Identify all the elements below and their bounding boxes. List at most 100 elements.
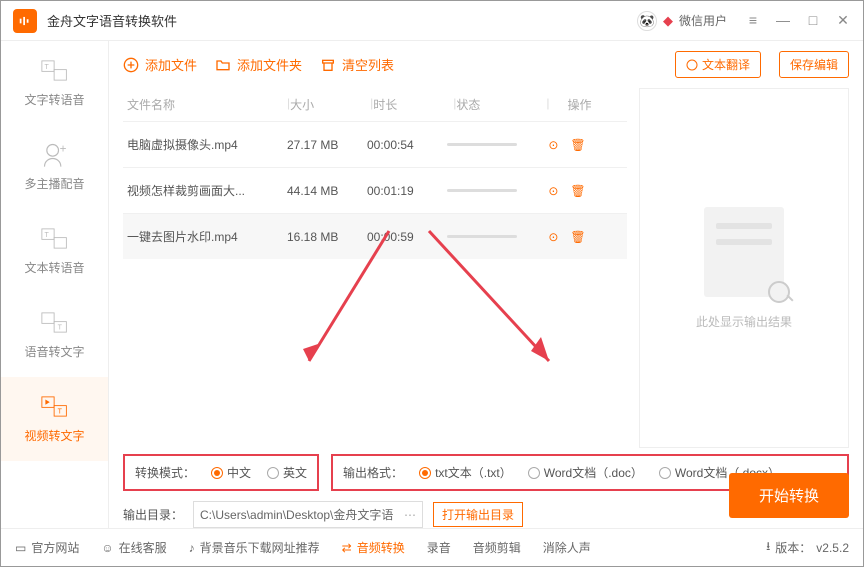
translate-button[interactable]: 文本翻译 [675, 51, 761, 78]
cell-status [447, 235, 537, 238]
add-folder-button[interactable]: 添加文件夹 [215, 55, 302, 74]
delete-icon[interactable]: 🗑 [570, 138, 585, 152]
sidebar-item-label: 文字转语音 [24, 91, 84, 108]
th-duration: 时长 [373, 96, 453, 113]
support-icon: ☺ [101, 541, 113, 555]
svg-text:T: T [44, 64, 49, 71]
toolbar: 添加文件 添加文件夹 清空列表 文本翻译 保存编辑 [123, 51, 849, 78]
sidebar: T 文字转语音 + 多主播配音 T 文本转语音 T 语音转文字 T 视频转文字 [1, 41, 109, 528]
table-row[interactable]: 视频怎样裁剪画面大... 44.14 MB 00:01:19 ⊙ 🗑 [123, 167, 627, 213]
maximize-button[interactable]: □ [805, 12, 821, 29]
mode-label: 转换模式： [135, 464, 195, 481]
menu-button[interactable]: ≡ [745, 12, 761, 29]
th-name: 文件名称 [127, 96, 287, 113]
delete-icon[interactable]: 🗑 [570, 230, 585, 244]
preview-placeholder: 此处显示输出结果 [696, 313, 792, 330]
cell-size: 16.18 MB [287, 230, 367, 244]
footer-version[interactable]: ⭳版本：v2.5.2 [766, 537, 849, 558]
download-icon: ⭳ [766, 537, 770, 558]
footer-audio-convert[interactable]: ⇄音频转换 [342, 539, 405, 556]
svg-text:T: T [44, 232, 49, 239]
cell-duration: 00:00:54 [367, 138, 447, 152]
table-row[interactable]: 电脑虚拟摄像头.mp4 27.17 MB 00:00:54 ⊙ 🗑 [123, 121, 627, 167]
sidebar-item-multi-voice[interactable]: + 多主播配音 [1, 125, 108, 209]
cell-name: 视频怎样裁剪画面大... [127, 182, 287, 199]
file-table: 文件名称| 大小| 时长| 状态| 操作 电脑虚拟摄像头.mp4 27.17 M… [123, 88, 627, 448]
sidebar-item-text-to-speech[interactable]: T 文本转语音 [1, 209, 108, 293]
translate-icon [686, 59, 698, 71]
table-row[interactable]: 一键去图片水印.mp4 16.18 MB 00:00:59 ⊙ 🗑 [123, 213, 627, 259]
sidebar-item-label: 多主播配音 [24, 175, 84, 192]
document-placeholder-icon [704, 207, 784, 297]
mode-group: 转换模式： 中文 英文 [123, 454, 319, 491]
cell-size: 27.17 MB [287, 138, 367, 152]
cell-duration: 00:00:59 [367, 230, 447, 244]
svg-text:T: T [57, 409, 62, 416]
multi-voice-icon: + [41, 143, 69, 167]
dir-label: 输出目录： [123, 506, 183, 523]
app-title: 金舟文字语音转换软件 [47, 11, 637, 30]
footer-support[interactable]: ☺在线客服 [101, 539, 166, 556]
body: T 文字转语音 + 多主播配音 T 文本转语音 T 语音转文字 T 视频转文字 [1, 41, 863, 528]
convert-icon: ⇄ [342, 541, 352, 555]
footer-audio-cut[interactable]: 音频剪辑 [473, 539, 521, 556]
sidebar-item-speech-to-text[interactable]: T 语音转文字 [1, 293, 108, 377]
sidebar-item-label: 语音转文字 [24, 343, 84, 360]
radio-mode-en[interactable]: 英文 [267, 464, 307, 481]
cell-status [447, 143, 537, 146]
cell-status [447, 189, 537, 192]
cell-name: 一键去图片水印.mp4 [127, 228, 287, 245]
play-icon[interactable]: ⊙ [548, 230, 558, 244]
close-button[interactable]: ✕ [835, 12, 851, 29]
table-header: 文件名称| 大小| 时长| 状态| 操作 [123, 88, 627, 121]
main: 添加文件 添加文件夹 清空列表 文本翻译 保存编辑 [109, 41, 863, 528]
delete-icon[interactable]: 🗑 [570, 184, 585, 198]
cell-ops: ⊙ 🗑 [537, 230, 597, 244]
avatar-icon: 🐼 [637, 11, 657, 31]
sidebar-item-label: 视频转文字 [24, 427, 84, 444]
cell-ops: ⊙ 🗑 [537, 138, 597, 152]
cell-duration: 00:01:19 [367, 184, 447, 198]
content-row: 文件名称| 大小| 时长| 状态| 操作 电脑虚拟摄像头.mp4 27.17 M… [123, 88, 849, 448]
titlebar: 金舟文字语音转换软件 🐼 ◆ 微信用户 ≡ — □ ✕ [1, 1, 863, 41]
radio-format-doc[interactable]: Word文档（.doc） [528, 464, 643, 481]
globe-icon: ▭ [15, 541, 26, 555]
dir-input[interactable]: C:\Users\admin\Desktop\金舟文字语 [193, 501, 423, 528]
video-text-icon: T [41, 395, 69, 419]
plus-circle-icon [123, 57, 139, 73]
cell-name: 电脑虚拟摄像头.mp4 [127, 136, 287, 153]
radio-format-txt[interactable]: txt文本（.txt） [419, 464, 512, 481]
cell-ops: ⊙ 🗑 [537, 184, 597, 198]
sidebar-item-video-to-text[interactable]: T 视频转文字 [1, 377, 108, 461]
footer-denoise[interactable]: 消除人声 [543, 539, 591, 556]
open-dir-button[interactable]: 打开输出目录 [433, 502, 523, 527]
sidebar-item-label: 文本转语音 [24, 259, 84, 276]
save-edit-button[interactable]: 保存编辑 [779, 51, 849, 78]
text-speech-icon: T [41, 227, 69, 251]
start-convert-button[interactable]: 开始转换 [729, 473, 849, 518]
logo-icon [18, 14, 32, 28]
svg-text:T: T [57, 325, 62, 332]
footer-site[interactable]: ▭官方网站 [15, 539, 79, 556]
svg-text:+: + [59, 142, 66, 155]
cell-size: 44.14 MB [287, 184, 367, 198]
speech-text-icon: T [41, 311, 69, 335]
format-label: 输出格式： [343, 464, 403, 481]
footer-record[interactable]: 录音 [427, 539, 451, 556]
radio-mode-zh[interactable]: 中文 [211, 464, 251, 481]
folder-icon [215, 57, 231, 73]
th-status: 状态 [456, 96, 546, 113]
th-ops: 操作 [550, 96, 610, 113]
clear-icon [320, 57, 336, 73]
app-window: 金舟文字语音转换软件 🐼 ◆ 微信用户 ≡ — □ ✕ T 文字转语音 + 多主… [0, 0, 864, 567]
output-preview: 此处显示输出结果 [639, 88, 849, 448]
sidebar-item-tts[interactable]: T 文字转语音 [1, 41, 108, 125]
minimize-button[interactable]: — [775, 12, 791, 29]
vip-diamond-icon: ◆ [663, 13, 673, 29]
play-icon[interactable]: ⊙ [548, 184, 558, 198]
play-icon[interactable]: ⊙ [548, 138, 558, 152]
footer-bgm[interactable]: ♪背景音乐下载网址推荐 [189, 539, 320, 556]
clear-list-button[interactable]: 清空列表 [320, 55, 394, 74]
add-file-button[interactable]: 添加文件 [123, 55, 197, 74]
user-area[interactable]: 🐼 ◆ 微信用户 [637, 11, 727, 31]
